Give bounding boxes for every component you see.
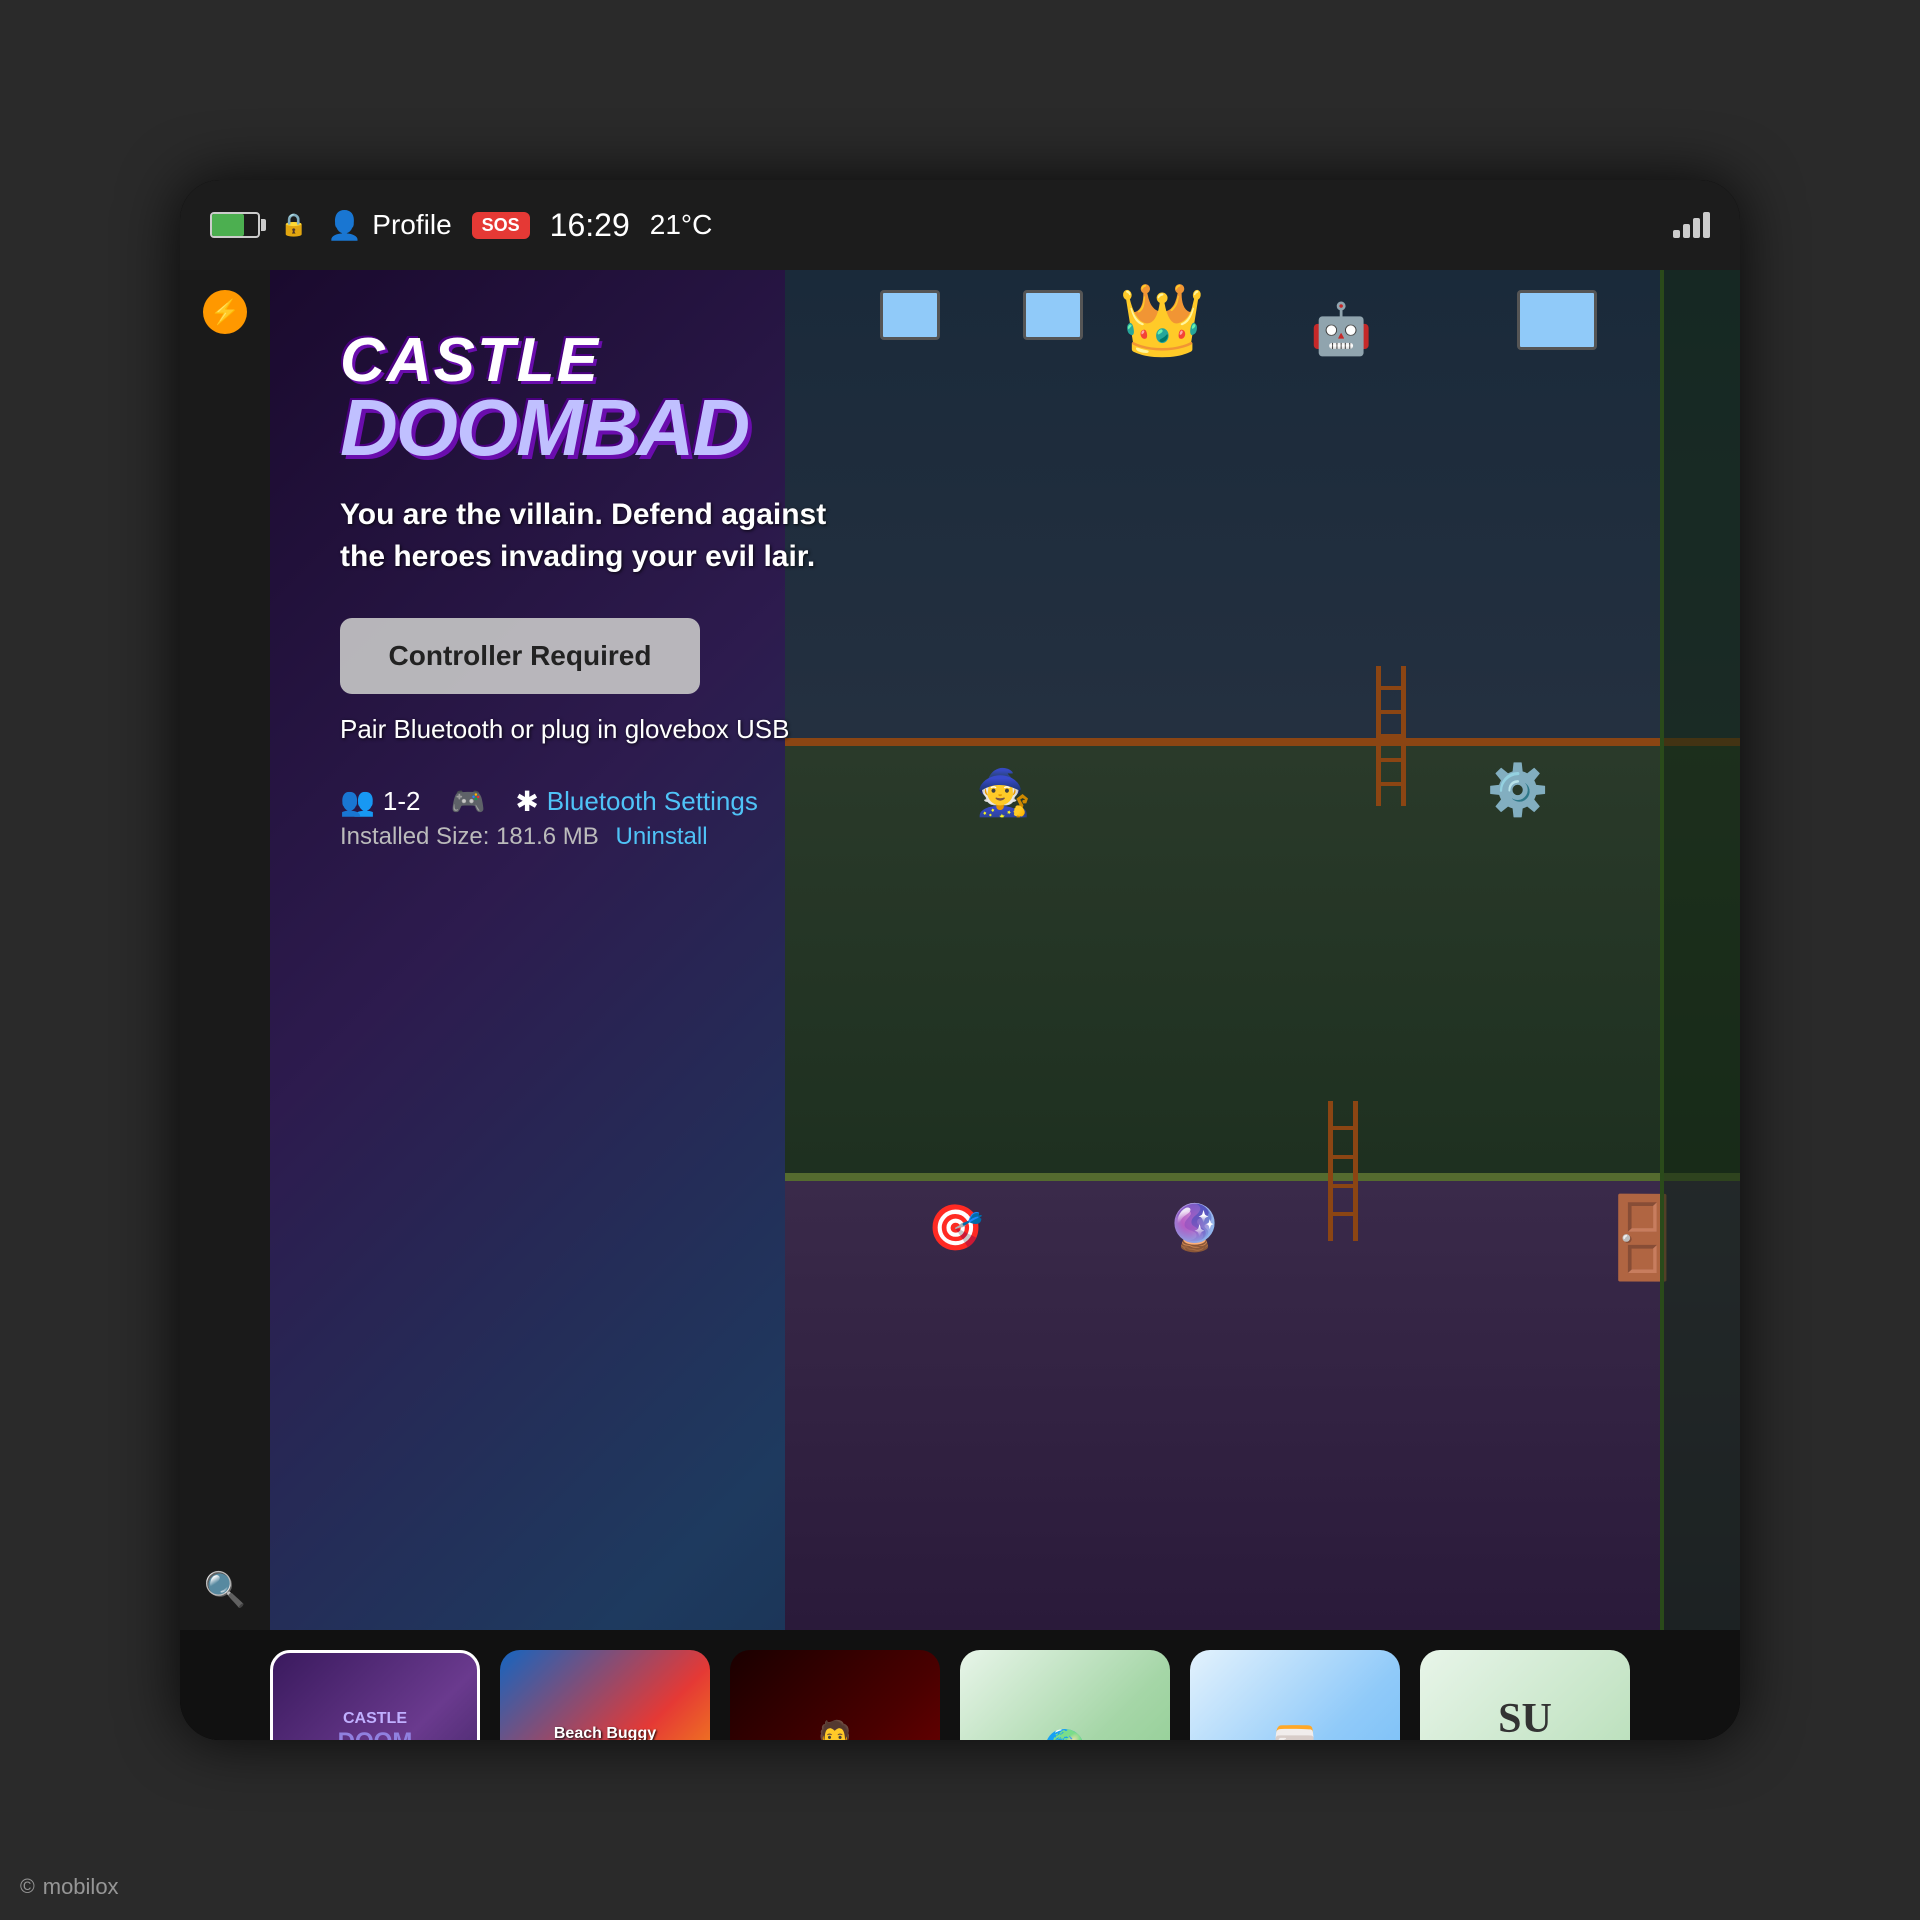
- lightning-icon[interactable]: ⚡: [203, 290, 247, 334]
- game-thumb-castle-doombad[interactable]: Castle DOOMBAD 🏰: [270, 1650, 480, 1740]
- main-content: ⚡ 🔍 👑 🤖: [180, 270, 1740, 1630]
- mobilox-text: mobilox: [43, 1874, 119, 1900]
- sos-badge[interactable]: SOS: [472, 212, 530, 239]
- signal-bar-2: [1683, 224, 1690, 238]
- players-meta: 👥 1-2: [340, 785, 420, 818]
- thumb-bg-vampire: 🧛 VampireSurvivors: [730, 1650, 940, 1740]
- game-logo-line2: Doombad: [340, 392, 1670, 464]
- bluetooth-notice: Pair Bluetooth or plug in glovebox USB: [340, 714, 1670, 745]
- players-icon: 👥: [340, 785, 375, 818]
- game-thumb-vampire-survivors[interactable]: 🧛 VampireSurvivors: [730, 1650, 940, 1740]
- uninstall-link[interactable]: Uninstall: [615, 823, 707, 850]
- profile-text: Profile: [372, 209, 451, 241]
- search-icon-container[interactable]: 🔍: [204, 1570, 246, 1610]
- status-bar-right: [1673, 212, 1710, 238]
- signal-bar-3: [1693, 218, 1700, 238]
- game-detail: 👑 🤖 🧙 ⚙️: [270, 270, 1740, 1630]
- left-sidebar: ⚡ 🔍: [180, 270, 270, 1630]
- thumb-bg-castle: Castle DOOMBAD 🏰: [273, 1653, 477, 1740]
- car-frame: 🔒 👤 Profile SOS 16:29 21°C: [0, 0, 1920, 1920]
- games-strip: Castle DOOMBAD 🏰 Beach Buggy Racing 2 🚗: [180, 1630, 1740, 1740]
- bluetooth-meta[interactable]: ✱ Bluetooth Settings: [515, 785, 758, 818]
- screen-container: 🔒 👤 Profile SOS 16:29 21°C: [180, 180, 1740, 1740]
- status-bar-left: 🔒 👤 Profile SOS 16:29 21°C: [210, 207, 712, 244]
- battery-fill: [212, 214, 244, 236]
- controller-meta: 🎮: [450, 785, 485, 818]
- profile-section[interactable]: 👤 Profile: [327, 209, 451, 242]
- signal-bars: [1673, 212, 1710, 238]
- signal-bar-1: [1673, 230, 1680, 238]
- game-thumb-mahjong[interactable]: 🀄 Mahjong: [1190, 1650, 1400, 1740]
- game-meta: 👥 1-2 🎮 ✱ Bluetooth Settings: [340, 785, 1670, 818]
- bluetooth-icon: ✱: [515, 785, 538, 818]
- controller-required-button[interactable]: Controller Required: [340, 618, 700, 694]
- thumb-bg-mahjong: 🀄 Mahjong: [1190, 1650, 1400, 1740]
- game-thumb-beach-buggy[interactable]: Beach Buggy Racing 2 🚗: [500, 1650, 710, 1740]
- installed-size-text: Installed Size: 181.6 MB: [340, 823, 599, 850]
- mobilox-watermark: © mobilox: [20, 1874, 119, 1900]
- temp-display: 21°C: [650, 209, 713, 241]
- thumb-bg-sudoku: SUDOKU: [1420, 1650, 1630, 1740]
- signal-bar-4: [1703, 212, 1710, 238]
- time-display: 16:29: [550, 207, 630, 244]
- thumb-bg-polytopia: 🌍 Battle of Polytopia: [960, 1650, 1170, 1740]
- battery-icon: [210, 212, 260, 238]
- bluetooth-settings-link[interactable]: Bluetooth Settings: [547, 786, 758, 817]
- game-thumb-sudoku[interactable]: SUDOKU: [1420, 1650, 1630, 1740]
- game-info: Castle Doombad You are the villain. Defe…: [270, 270, 1740, 1630]
- players-count: 1-2: [383, 786, 421, 817]
- controller-icon: 🎮: [450, 785, 485, 818]
- game-thumb-polytopia[interactable]: 🌍 Battle of Polytopia: [960, 1650, 1170, 1740]
- lock-icon: 🔒: [280, 212, 307, 238]
- profile-icon: 👤: [327, 209, 362, 242]
- game-logo: Castle Doombad: [340, 330, 1670, 464]
- game-description: You are the villain. Defend against the …: [340, 494, 840, 578]
- meta-row-2: Installed Size: 181.6 MB Uninstall: [340, 823, 1670, 851]
- status-bar: 🔒 👤 Profile SOS 16:29 21°C: [180, 180, 1740, 270]
- thumb-bg-beach: Beach Buggy Racing 2 🚗: [500, 1650, 710, 1740]
